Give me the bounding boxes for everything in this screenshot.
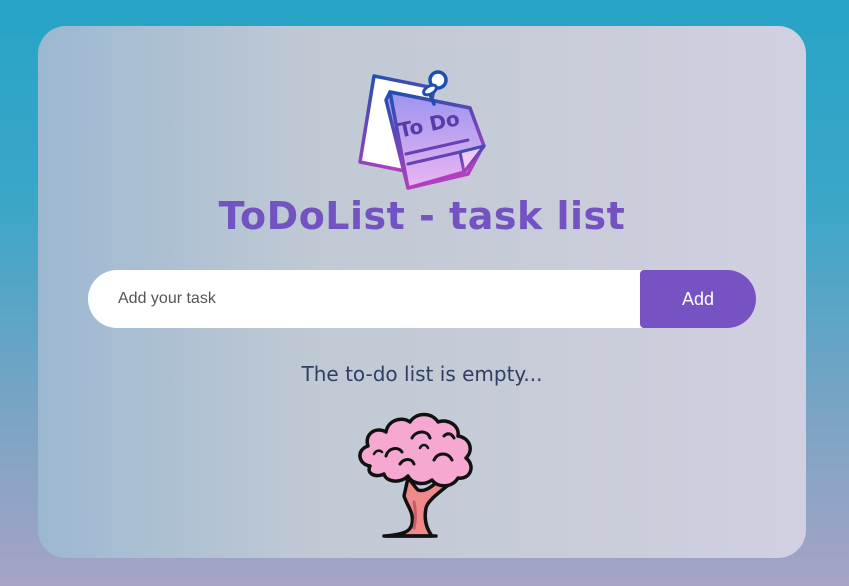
todo-note-icon: To Do <box>358 70 486 190</box>
empty-list-message: The to-do list is empty... <box>301 362 543 386</box>
add-button[interactable]: Add <box>640 270 756 328</box>
add-task-form: Add <box>88 270 756 328</box>
todo-card: To Do ToDoList - task list Add The to-do… <box>38 26 806 558</box>
tree-icon <box>358 412 473 538</box>
page-title: ToDoList - task list <box>218 194 626 238</box>
task-input[interactable] <box>88 270 708 328</box>
